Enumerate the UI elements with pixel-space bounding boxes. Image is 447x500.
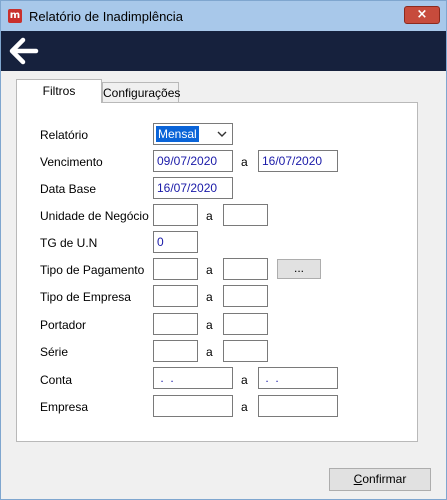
portador-label: Portador: [40, 318, 87, 332]
toolbar: [1, 31, 446, 71]
data-base-label: Data Base: [40, 182, 97, 196]
empresa-label: Empresa: [40, 400, 89, 414]
filters-panel: Relatório Mensal Vencimento 09/07/2020 a…: [16, 102, 418, 442]
window-title: Relatório de Inadimplência: [29, 9, 183, 24]
vencimento-from-input[interactable]: 09/07/2020: [153, 150, 233, 172]
tab-configuracoes[interactable]: Configurações: [102, 82, 180, 103]
relatorio-select[interactable]: Mensal: [153, 123, 233, 145]
tab-filtros[interactable]: Filtros: [16, 79, 102, 103]
tipo-pagamento-to-input[interactable]: [223, 258, 268, 280]
confirm-button[interactable]: Confirmar: [329, 468, 431, 491]
unidade-negocio-sep: a: [206, 209, 213, 223]
conta-label: Conta: [40, 373, 73, 387]
tipo-empresa-sep: a: [206, 290, 213, 304]
tipo-empresa-to-input[interactable]: [223, 285, 268, 307]
data-base-input[interactable]: 16/07/2020: [153, 177, 233, 199]
vencimento-to-input[interactable]: 16/07/2020: [258, 150, 338, 172]
back-button[interactable]: [7, 35, 41, 67]
tipo-pagamento-from-input[interactable]: [153, 258, 198, 280]
unidade-negocio-label: Unidade de Negócio: [40, 209, 149, 223]
portador-from-input[interactable]: [153, 313, 198, 335]
portador-to-input[interactable]: [223, 313, 268, 335]
conta-to-input[interactable]: . .: [258, 367, 338, 389]
arrow-left-icon: [9, 37, 39, 65]
relatorio-selected-value: Mensal: [156, 126, 199, 142]
report-window: m Relatório de Inadimplência × Filtros C…: [0, 0, 447, 500]
serie-sep: a: [206, 345, 213, 359]
serie-label: Série: [40, 345, 69, 359]
tipo-pagamento-label: Tipo de Pagamento: [40, 263, 145, 277]
confirm-label: onfirmar: [362, 472, 407, 486]
unidade-negocio-from-input[interactable]: [153, 204, 198, 226]
tg-un-label: TG de U.N: [40, 236, 98, 250]
portador-sep: a: [206, 318, 213, 332]
empresa-to-input[interactable]: [258, 395, 338, 417]
conta-from-input[interactable]: . .: [153, 367, 233, 389]
empresa-sep: a: [241, 400, 248, 414]
tg-un-input[interactable]: 0: [153, 231, 198, 253]
content-area: Filtros Configurações Relatório Mensal V…: [1, 71, 446, 459]
vencimento-sep: a: [241, 155, 248, 169]
tipo-empresa-label: Tipo de Empresa: [40, 290, 131, 304]
tipo-pagamento-sep: a: [206, 263, 213, 277]
conta-sep: a: [241, 373, 248, 387]
unidade-negocio-to-input[interactable]: [223, 204, 268, 226]
empresa-from-input[interactable]: [153, 395, 233, 417]
app-logo-icon: m: [8, 9, 22, 23]
tipo-empresa-from-input[interactable]: [153, 285, 198, 307]
close-button[interactable]: ×: [404, 6, 440, 24]
title-bar: m Relatório de Inadimplência ×: [1, 1, 446, 31]
tipo-pagamento-browse-button[interactable]: ...: [277, 259, 321, 279]
relatorio-label: Relatório: [40, 128, 89, 142]
chevron-down-icon: [217, 131, 227, 137]
vencimento-label: Vencimento: [40, 155, 103, 169]
serie-to-input[interactable]: [223, 340, 268, 362]
serie-from-input[interactable]: [153, 340, 198, 362]
